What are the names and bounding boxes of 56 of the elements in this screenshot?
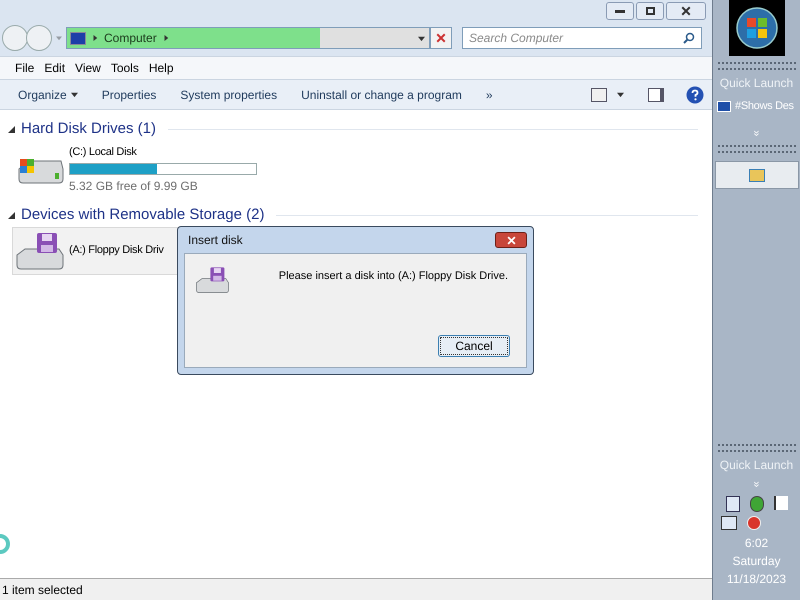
drive-item[interactable]: (C:) Local Disk 5.32 GB free of 9.99 GB [12, 140, 262, 198]
group-toggle-icon[interactable] [8, 212, 15, 219]
dropdown-caret-icon [70, 91, 78, 98]
group-header[interactable]: Hard Disk Drives (1) [21, 118, 156, 140]
address-bar[interactable]: Computer [66, 27, 430, 49]
view-options-icon[interactable] [591, 88, 607, 102]
drive-name: (C:) Local Disk [69, 145, 138, 160]
menu-item[interactable]: Tools [108, 59, 142, 77]
menu-item[interactable]: File [12, 59, 38, 77]
stop-icon [436, 33, 446, 43]
toolbar-button[interactable]: System properties [170, 86, 288, 104]
network-icon[interactable] [721, 516, 737, 530]
start-button[interactable] [728, 0, 784, 56]
restore-button[interactable] [636, 2, 664, 20]
folder-icon [748, 168, 764, 182]
breadcrumb-arrow-icon [92, 35, 98, 41]
menu-item[interactable]: View [72, 59, 104, 77]
desktop-icon [717, 100, 731, 112]
floppy-drive-icon [195, 266, 230, 294]
toolbar-button[interactable]: Properties [92, 86, 166, 104]
stop-button[interactable] [430, 27, 452, 49]
drive-name: (A:) Floppy Disk Driv [69, 243, 164, 258]
close-button[interactable] [666, 2, 706, 20]
menu-item[interactable]: Edit [41, 59, 68, 77]
toolbar-title: Quick Launch [720, 75, 794, 92]
dropdown-caret-icon[interactable] [418, 34, 425, 42]
breadcrumb-location[interactable]: Computer [104, 29, 157, 47]
toolbar-grip[interactable] [718, 145, 796, 153]
status-text: 1 item selected [2, 582, 83, 598]
group-header[interactable]: Devices with Removable Storage (2) [21, 204, 264, 227]
dialog-message: Please insert a disk into (A:) Floppy Disk Drive. [278, 269, 508, 284]
close-button[interactable] [495, 232, 527, 248]
toolbar-button[interactable]: Organize [8, 86, 88, 104]
taskbar-button[interactable] [714, 161, 798, 189]
toolbar-button[interactable]: Uninstall or change a program [291, 86, 472, 104]
search-icon [683, 32, 695, 44]
close-icon [681, 6, 691, 16]
close-icon [506, 236, 516, 244]
cancel-button[interactable]: Cancel [438, 335, 510, 357]
help-icon[interactable] [686, 86, 704, 104]
dropdown-caret-icon[interactable] [617, 91, 624, 98]
dialog-title: Insert disk [187, 232, 243, 249]
floppy-drive-icon [15, 230, 65, 270]
toolbar-grip[interactable] [718, 62, 796, 70]
menu-item[interactable]: Help [146, 59, 177, 77]
windows-orb-icon [734, 6, 778, 50]
preview-pane-icon[interactable] [648, 88, 664, 102]
computer-icon [70, 32, 86, 44]
breadcrumb-arrow-icon[interactable] [162, 35, 169, 41]
toolbar-title: Quick Launch [720, 456, 794, 474]
group-toggle-icon[interactable] [8, 126, 15, 132]
document-icon[interactable] [726, 496, 740, 512]
toolbar-button[interactable]: » [476, 86, 503, 104]
free-space-label: 5.32 GB free of 9.99 GB [69, 178, 199, 194]
minimize-button[interactable] [606, 2, 634, 20]
toolbar-grip[interactable] [718, 444, 796, 452]
